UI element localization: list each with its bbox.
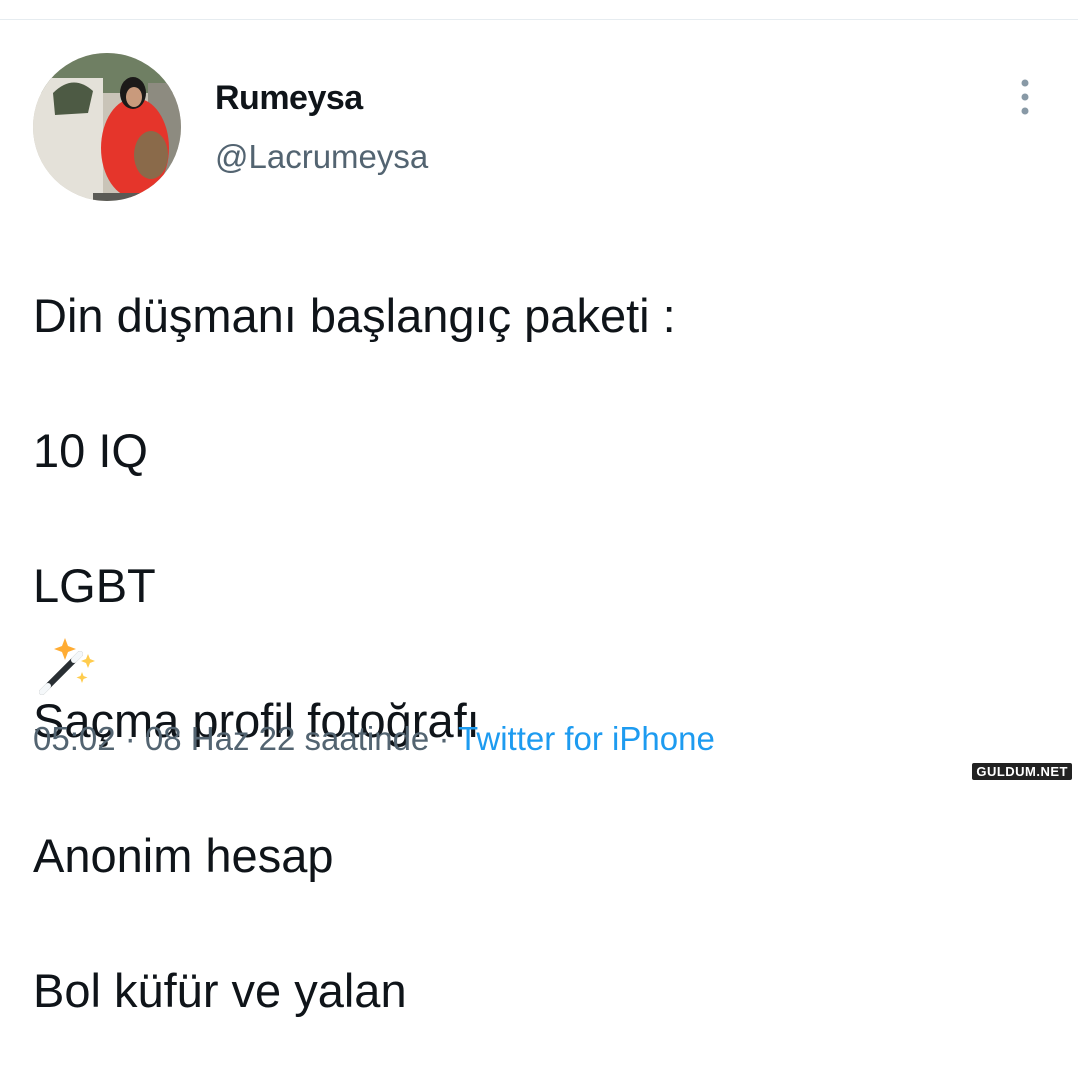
tweet-line: 10 IQ <box>33 423 148 477</box>
tweet-line: Din düşmanı başlangıç paketi : <box>33 288 676 342</box>
meta-separator: · <box>115 720 145 757</box>
watermark-logo: GULDUM.NET <box>972 763 1072 780</box>
tweet-card: Rumeysa @Lacrumeysa Din düşmanı başlangı… <box>0 0 1078 1017</box>
profile-photo-icon <box>33 53 181 201</box>
tweet-line: Bol küfür ve yalan <box>33 963 407 1017</box>
magic-wand-icon <box>39 638 95 695</box>
display-name[interactable]: Rumeysa <box>215 79 363 118</box>
tweet-date[interactable]: 08 Haz 22 saatinde <box>145 720 429 757</box>
tweet-meta: 05:02 · 08 Haz 22 saatinde · Twitter for… <box>33 720 715 758</box>
tweet-source-link[interactable]: Twitter for iPhone <box>458 720 715 757</box>
meta-separator: · <box>429 720 459 757</box>
tweet-text: Din düşmanı başlangıç paketi : 10 IQ LGB… <box>33 214 1043 1092</box>
tweet-line: LGBT <box>33 558 156 612</box>
magic-wand-emoji <box>36 636 98 698</box>
more-options-button[interactable] <box>1008 78 1042 116</box>
user-handle[interactable]: @Lacrumeysa <box>215 138 428 176</box>
tweet-line: Anonim hesap <box>33 828 334 882</box>
more-vertical-icon <box>1021 79 1029 115</box>
avatar[interactable] <box>33 53 181 201</box>
tweet-time[interactable]: 05:02 <box>33 720 116 757</box>
